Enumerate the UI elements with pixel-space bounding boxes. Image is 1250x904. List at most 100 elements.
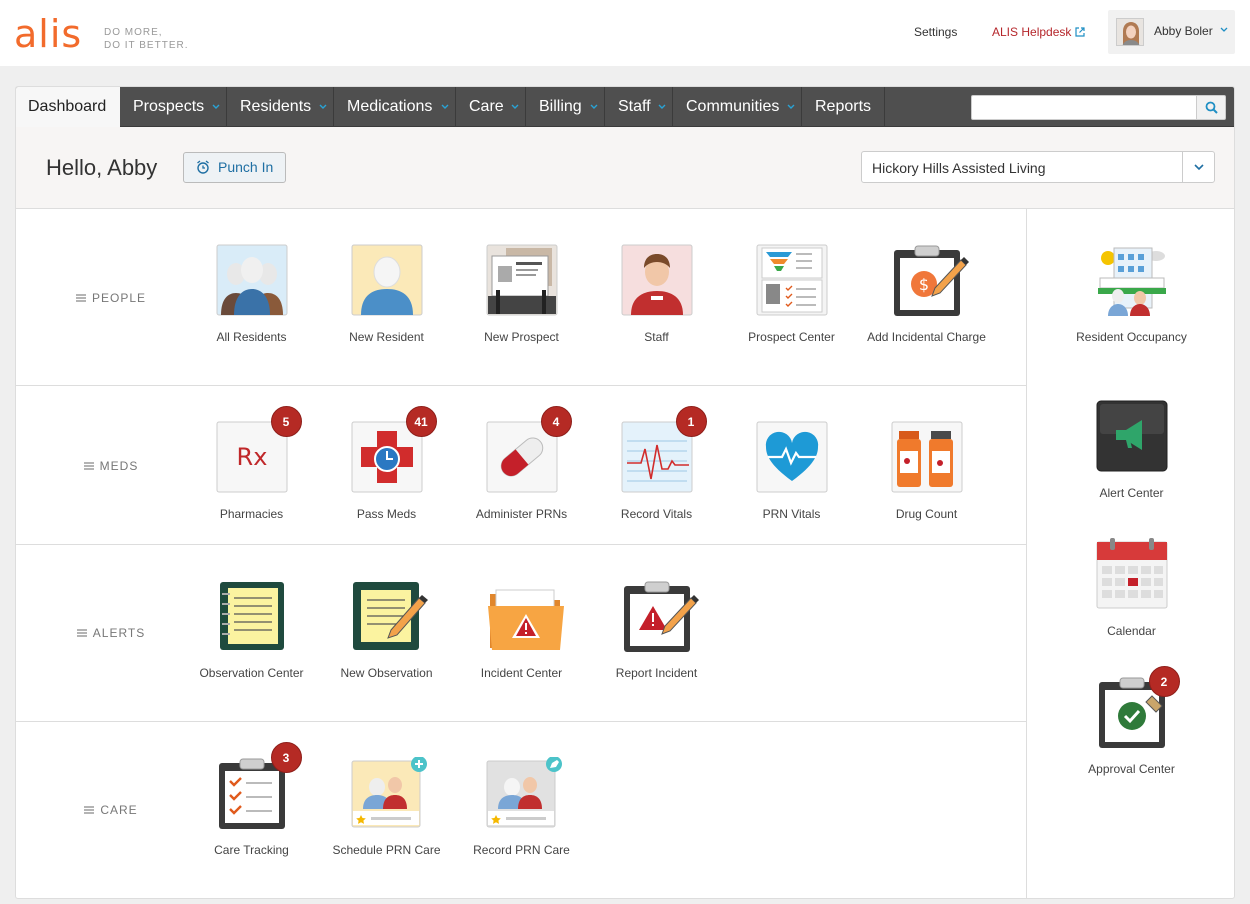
menu-icon bbox=[75, 294, 86, 302]
main-panel: Dashboard Prospects Residents Medication… bbox=[15, 86, 1235, 899]
tile-all-residents[interactable]: All Residents bbox=[184, 244, 319, 346]
megaphone-icon bbox=[1096, 400, 1167, 472]
chevron-down-icon bbox=[787, 104, 795, 109]
tile-alert-center[interactable]: Alert Center bbox=[1064, 400, 1199, 502]
pill-bottles-icon bbox=[891, 421, 962, 493]
clipboard-warning-icon bbox=[623, 581, 699, 652]
tile-record-prn-care[interactable]: Record PRN Care bbox=[454, 756, 589, 859]
tile-label: Prospect Center bbox=[748, 330, 835, 344]
sidebar-widgets: Resident Occupancy Alert Center Calendar… bbox=[1026, 209, 1234, 898]
new-resident-icon bbox=[351, 244, 422, 316]
staff-person-icon bbox=[621, 244, 692, 316]
settings-link[interactable]: Settings bbox=[914, 24, 957, 40]
badge-count: 2 bbox=[1148, 666, 1180, 697]
notebook-pencil-icon bbox=[352, 582, 428, 650]
tile-label: New Observation bbox=[340, 666, 433, 680]
tab-billing[interactable]: Billing bbox=[526, 87, 605, 127]
user-menu[interactable]: Abby Boler bbox=[1108, 10, 1235, 54]
residents-group-icon bbox=[216, 244, 287, 316]
notebook-icon bbox=[219, 582, 284, 650]
rolodex-icon bbox=[486, 244, 557, 316]
svg-text:$: $ bbox=[918, 275, 928, 294]
tile-observation-center[interactable]: Observation Center bbox=[184, 580, 319, 682]
punch-in-label: Punch In bbox=[218, 159, 274, 175]
tile-label: All Residents bbox=[216, 330, 287, 344]
tile-new-prospect[interactable]: New Prospect bbox=[454, 244, 589, 346]
badge-count: 1 bbox=[675, 406, 707, 437]
section-care: CARE 3 Care Tracking Schedule PRN Care R… bbox=[16, 722, 1026, 898]
svg-text:Rx: Rx bbox=[236, 443, 267, 471]
tab-care[interactable]: Care bbox=[456, 87, 526, 127]
tab-reports[interactable]: Reports bbox=[802, 87, 885, 127]
badge-count: 3 bbox=[270, 742, 302, 773]
punch-in-button[interactable]: Punch In bbox=[183, 152, 286, 183]
tile-label: Add Incidental Charge bbox=[867, 330, 986, 344]
tile-prn-vitals[interactable]: PRN Vitals bbox=[724, 421, 859, 523]
tile-label: Pass Meds bbox=[356, 507, 417, 521]
tile-report-incident[interactable]: Report Incident bbox=[589, 580, 724, 682]
tile-label: Administer PRNs bbox=[475, 507, 568, 521]
tile-label: Incident Center bbox=[480, 666, 563, 680]
chevron-down-icon bbox=[590, 104, 598, 109]
folder-warning-icon bbox=[487, 589, 564, 650]
tile-record-vitals[interactable]: 1 Record Vitals bbox=[589, 406, 724, 523]
tab-residents[interactable]: Residents bbox=[227, 87, 334, 127]
tile-label: Drug Count bbox=[895, 507, 958, 521]
tile-label: Pharmacies bbox=[219, 507, 284, 521]
clipboard-dollar-icon: $ bbox=[893, 245, 969, 316]
section-alerts: ALERTS Observation Center New Observatio… bbox=[16, 545, 1026, 722]
funnel-report-icon bbox=[756, 244, 827, 316]
avatar bbox=[1116, 18, 1144, 46]
tab-communities[interactable]: Communities bbox=[673, 87, 802, 127]
tile-add-incidental-charge[interactable]: $ Add Incidental Charge bbox=[859, 244, 994, 346]
alis-logo[interactable]: alis bbox=[14, 14, 82, 54]
tile-resident-occupancy[interactable]: Resident Occupancy bbox=[1064, 244, 1199, 346]
tab-dashboard[interactable]: Dashboard bbox=[16, 87, 120, 127]
badge-count: 5 bbox=[270, 406, 302, 437]
section-people: PEOPLE All Residents New Resident New Pr… bbox=[16, 209, 1026, 386]
greeting: Hello, Abby bbox=[46, 155, 158, 180]
record-prn-care-icon bbox=[486, 756, 562, 828]
tile-calendar[interactable]: Calendar bbox=[1064, 538, 1199, 640]
tagline: DO MORE, DO IT BETTER. bbox=[104, 27, 189, 51]
search-input[interactable] bbox=[971, 95, 1197, 120]
search-button[interactable] bbox=[1196, 95, 1226, 120]
tab-medications[interactable]: Medications bbox=[334, 87, 456, 127]
badge-count: 4 bbox=[540, 406, 572, 437]
chevron-down-icon bbox=[511, 104, 519, 109]
tile-label: Record Vitals bbox=[620, 507, 693, 521]
tile-pass-meds[interactable]: 41 Pass Meds bbox=[319, 406, 454, 523]
chevron-down-icon bbox=[212, 104, 220, 109]
tile-drug-count[interactable]: Drug Count bbox=[859, 421, 994, 523]
tile-new-resident[interactable]: New Resident bbox=[319, 244, 454, 346]
tab-prospects[interactable]: Prospects bbox=[120, 87, 227, 127]
tile-prospect-center[interactable]: Prospect Center bbox=[724, 244, 859, 346]
helpdesk-link[interactable]: ALIS Helpdesk bbox=[992, 24, 1085, 40]
section-meds: MEDS Rx 5 Pharmacies 41 Pass Meds 4 Admi… bbox=[16, 386, 1026, 545]
tile-approval-center[interactable]: 2 Approval Center bbox=[1064, 666, 1199, 778]
tile-label: Report Incident bbox=[615, 666, 698, 680]
tile-new-observation[interactable]: New Observation bbox=[319, 580, 454, 682]
chevron-down-icon bbox=[1220, 27, 1228, 32]
tile-label: Record PRN Care bbox=[473, 843, 570, 857]
tile-schedule-prn-care[interactable]: Schedule PRN Care bbox=[319, 756, 454, 859]
tile-label: Approval Center bbox=[1088, 762, 1175, 776]
community-select[interactable]: Hickory Hills Assisted Living bbox=[861, 151, 1215, 183]
community-dropdown-button[interactable] bbox=[1182, 152, 1214, 182]
section-label: PEOPLE bbox=[16, 291, 206, 305]
tile-label: New Resident bbox=[349, 330, 424, 344]
section-label: CARE bbox=[16, 803, 206, 817]
alarm-clock-icon bbox=[197, 160, 209, 174]
tile-care-tracking[interactable]: 3 Care Tracking bbox=[184, 742, 319, 859]
tile-staff[interactable]: Staff bbox=[589, 244, 724, 346]
menu-icon bbox=[83, 462, 94, 470]
tile-pharmacies[interactable]: Rx 5 Pharmacies bbox=[184, 406, 319, 523]
chevron-down-icon bbox=[319, 104, 327, 109]
chevron-down-icon bbox=[441, 104, 449, 109]
tile-label: Care Tracking bbox=[214, 843, 289, 857]
tile-administer-prns[interactable]: 4 Administer PRNs bbox=[454, 406, 589, 523]
user-name: Abby Boler bbox=[1154, 24, 1213, 38]
tile-incident-center[interactable]: Incident Center bbox=[454, 580, 589, 682]
tab-staff[interactable]: Staff bbox=[605, 87, 673, 127]
badge-count: 41 bbox=[405, 406, 437, 437]
